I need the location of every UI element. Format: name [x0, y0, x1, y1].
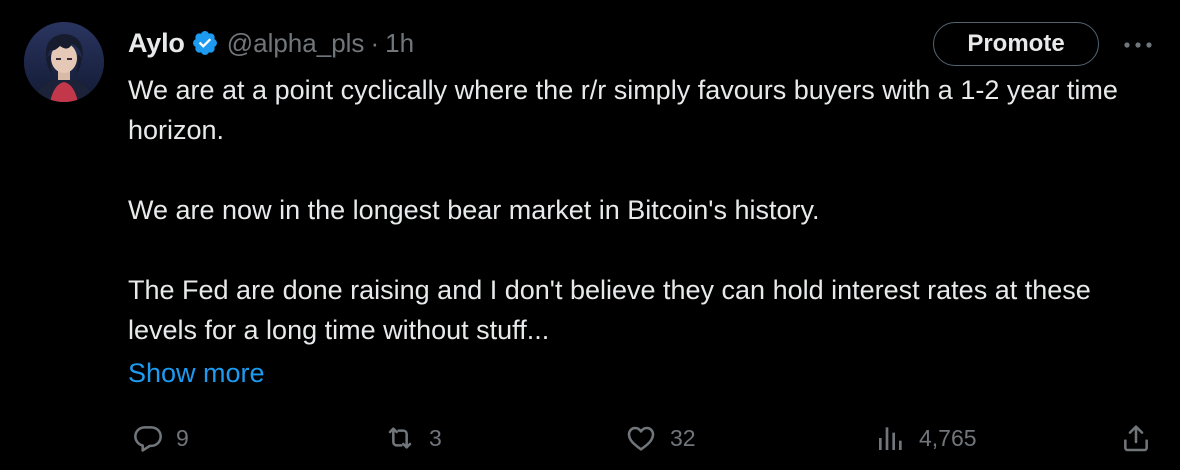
avatar[interactable] — [24, 22, 104, 102]
tweet-paragraph: We are now in the longest bear market in… — [128, 195, 820, 225]
views-icon — [875, 422, 907, 454]
share-icon — [1120, 422, 1152, 454]
header-separator: · — [370, 27, 380, 58]
view-count: 4,765 — [919, 424, 977, 451]
tweet-header: Aylo @alpha_pls · 1h — [128, 22, 414, 64]
retweet-count: 3 — [429, 424, 442, 451]
tweet-timestamp[interactable]: 1h — [385, 28, 414, 59]
tweet-paragraph: We are at a point cyclically where the r… — [128, 75, 1118, 145]
tweet-card[interactable]: Aylo @alpha_pls · 1h Promote We are at a… — [0, 0, 1180, 470]
retweet-icon — [383, 422, 417, 454]
reply-button[interactable]: 9 — [132, 418, 189, 458]
promote-button[interactable]: Promote — [933, 22, 1099, 66]
author-handle[interactable]: @alpha_pls — [227, 28, 365, 59]
show-more-link[interactable]: Show more — [128, 353, 265, 393]
tweet-text: We are at a point cyclically where the r… — [128, 70, 1148, 350]
author-display-name[interactable]: Aylo — [128, 28, 185, 59]
retweet-button[interactable]: 3 — [383, 418, 442, 458]
heart-icon — [624, 422, 658, 454]
verified-badge-icon[interactable] — [191, 29, 219, 57]
avatar-image — [24, 22, 104, 102]
more-options-icon[interactable] — [1120, 30, 1156, 60]
like-button[interactable]: 32 — [624, 418, 696, 458]
views-button[interactable]: 4,765 — [875, 418, 977, 458]
reply-icon — [132, 422, 164, 454]
tweet-paragraph: The Fed are done raising and I don't bel… — [128, 275, 1091, 345]
reply-count: 9 — [176, 424, 189, 451]
share-button[interactable] — [1120, 418, 1152, 458]
like-count: 32 — [670, 424, 696, 451]
